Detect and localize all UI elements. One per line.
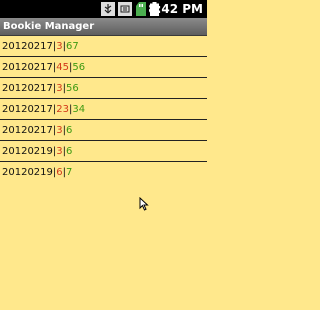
list-item[interactable]: 20120219|6|7 [0, 162, 207, 183]
entry-won-value: 56 [72, 62, 86, 73]
entry-won-value: 6 [66, 146, 73, 157]
entry-won-value: 56 [66, 83, 79, 94]
status-bar: 8:42 PM [0, 0, 207, 18]
entry-won-value: 34 [72, 104, 86, 115]
list-item[interactable]: 20120217|23|34 [0, 99, 207, 120]
entry-date: 20120217 [2, 62, 53, 73]
usb-icon [101, 2, 115, 16]
app-title: Bookie Manager [3, 21, 95, 32]
list-item[interactable]: 20120219|3|6 [0, 141, 207, 162]
entry-won-value: 67 [66, 41, 79, 52]
entry-date: 20120219 [2, 167, 53, 178]
list-item[interactable]: 20120217|3|6 [0, 120, 207, 141]
entry-date: 20120219 [2, 146, 53, 157]
list-item[interactable]: 20120217|3|67 [0, 36, 207, 57]
app-title-bar: Bookie Manager [0, 18, 207, 36]
entry-date: 20120217 [2, 125, 53, 136]
entry-lost-value: 45 [56, 62, 70, 73]
status-time: 8:42 PM [148, 2, 203, 16]
entry-date: 20120217 [2, 41, 53, 52]
entry-won-value: 6 [66, 125, 73, 136]
entry-date: 20120217 [2, 83, 53, 94]
entry-won-value: 7 [66, 167, 73, 178]
debug-icon [118, 2, 132, 16]
entries-list: 20120217|3|67 20120217|45|56 20120217|3|… [0, 36, 207, 183]
mouse-pointer-icon [139, 197, 149, 211]
entry-lost-value: 23 [56, 104, 70, 115]
list-item[interactable]: 20120217|45|56 [0, 57, 207, 78]
entry-date: 20120217 [2, 104, 53, 115]
list-item[interactable]: 20120217|3|56 [0, 78, 207, 99]
sd-card-icon [136, 2, 146, 16]
